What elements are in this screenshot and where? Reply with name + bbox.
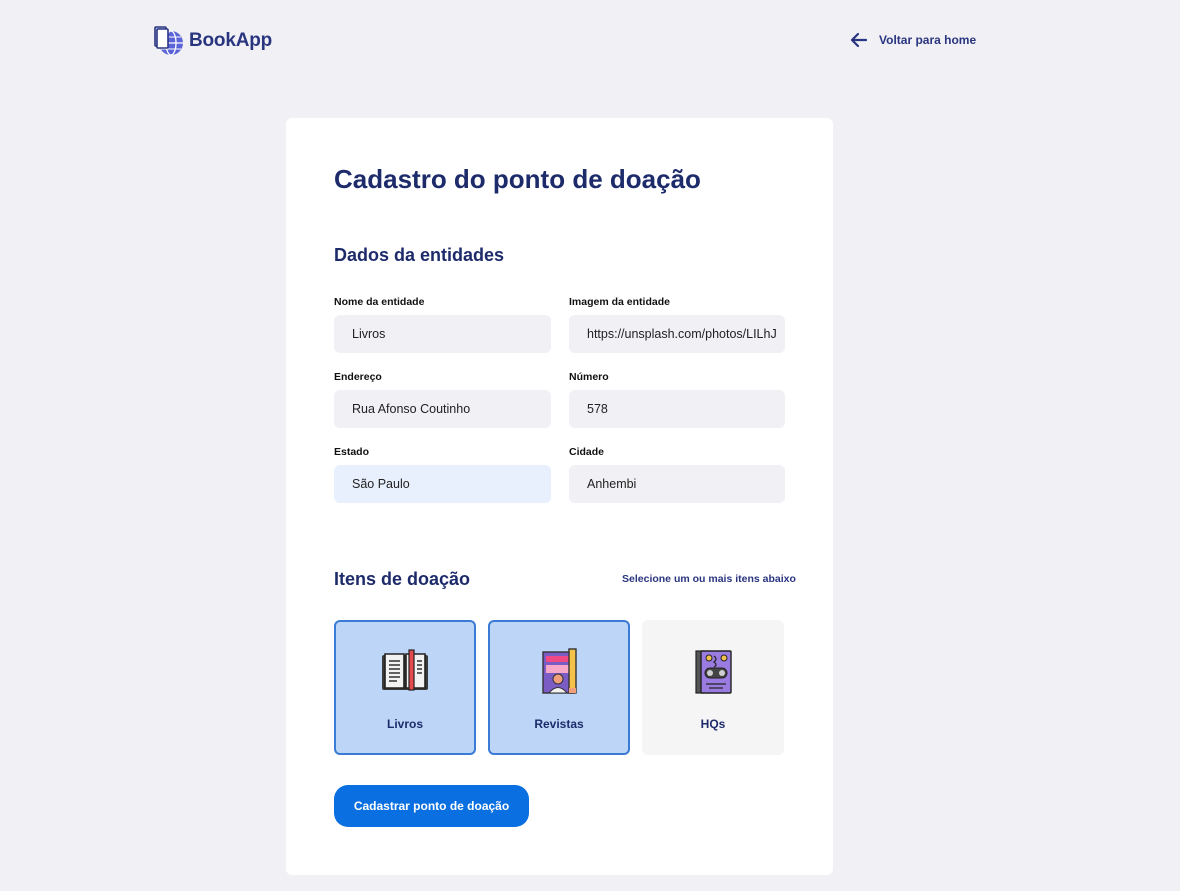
address-label: Endereço: [334, 371, 382, 383]
section-entity-title: Dados da entidades: [334, 245, 505, 265]
submit-button[interactable]: Cadastrar ponto de doação: [334, 785, 529, 827]
form-card: Cadastro do ponto de doação Dados da ent…: [286, 118, 833, 875]
logo[interactable]: BookApp: [152, 24, 272, 58]
back-home-label: Voltar para home: [879, 33, 977, 47]
state-label: Estado: [334, 446, 370, 458]
logo-text: BookApp: [189, 30, 273, 51]
city-input[interactable]: [569, 465, 785, 503]
image-label: Imagem da entidade: [569, 296, 670, 308]
image-input[interactable]: [569, 315, 785, 353]
comic-book-icon: [695, 650, 732, 694]
section-items-title: Itens de doação: [334, 569, 471, 589]
state-input[interactable]: [334, 465, 551, 503]
arrow-left-icon: [850, 32, 868, 48]
items-hint: Selecione um ou mais itens abaixo: [622, 573, 796, 585]
number-input[interactable]: [569, 390, 785, 428]
address-input[interactable]: [334, 390, 551, 428]
item-card-livros[interactable]: Livros: [334, 620, 476, 755]
city-label: Cidade: [569, 446, 605, 458]
page-title: Cadastro do ponto de doação: [334, 164, 701, 194]
back-home-link[interactable]: Voltar para home: [850, 32, 976, 48]
item-label: HQs: [700, 717, 726, 731]
number-label: Número: [569, 371, 609, 383]
item-card-revistas[interactable]: Revistas: [488, 620, 630, 755]
name-label: Nome da entidade: [334, 296, 425, 308]
magazine-icon: [542, 648, 577, 694]
header: BookApp Voltar para home: [0, 0, 1180, 84]
open-book-icon: [382, 649, 428, 691]
name-input[interactable]: [334, 315, 551, 353]
item-label: Revistas: [534, 717, 584, 731]
item-label: Livros: [386, 717, 423, 731]
globe-book-icon: [154, 26, 183, 56]
item-card-hqs[interactable]: HQs: [642, 620, 784, 755]
